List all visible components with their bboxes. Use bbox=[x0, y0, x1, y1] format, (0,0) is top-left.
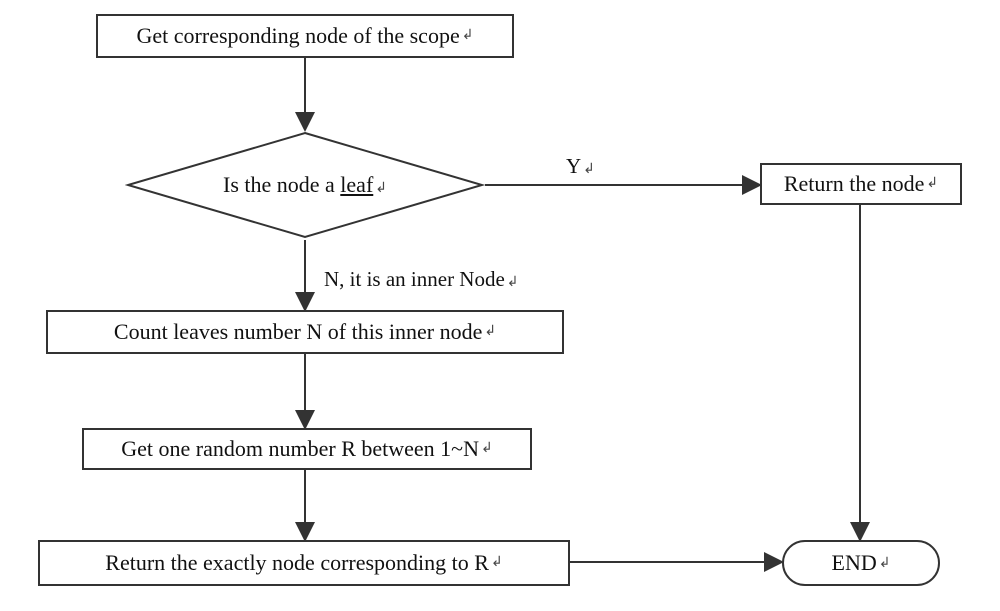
line-end-marker-icon: ↲ bbox=[481, 441, 493, 458]
flowchart-canvas: Get corresponding node of the scope ↲ Is… bbox=[0, 0, 1000, 611]
line-end-marker-icon: ↲ bbox=[926, 176, 938, 193]
node-return-r-text: Return the exactly node corresponding to… bbox=[105, 550, 489, 576]
node-count: Count leaves number N of this inner node… bbox=[46, 310, 564, 354]
line-end-marker-icon: ↲ bbox=[375, 181, 387, 196]
node-random: Get one random number R between 1~N ↲ bbox=[82, 428, 532, 470]
edge-label-yes: Y↲ bbox=[566, 154, 595, 179]
node-decision-text-pre: Is the node a bbox=[223, 172, 340, 197]
node-return-r: Return the exactly node corresponding to… bbox=[38, 540, 570, 586]
edge-label-no: N, it is an inner Node↲ bbox=[324, 267, 519, 292]
node-end-text: END bbox=[832, 550, 877, 576]
node-return-node: Return the node ↲ bbox=[760, 163, 962, 205]
line-end-marker-icon: ↲ bbox=[484, 324, 496, 341]
node-decision: Is the node a leaf↲ bbox=[125, 130, 485, 240]
node-return-node-text: Return the node bbox=[784, 171, 925, 197]
node-start-text: Get corresponding node of the scope bbox=[137, 23, 460, 49]
line-end-marker-icon: ↲ bbox=[879, 555, 891, 572]
line-end-marker-icon: ↲ bbox=[462, 28, 474, 45]
node-start: Get corresponding node of the scope ↲ bbox=[96, 14, 514, 58]
node-decision-text-leaf: leaf bbox=[340, 172, 373, 197]
node-end: END ↲ bbox=[782, 540, 940, 586]
node-random-text: Get one random number R between 1~N bbox=[121, 436, 479, 462]
line-end-marker-icon: ↲ bbox=[491, 555, 503, 572]
connectors-layer bbox=[0, 0, 1000, 611]
node-count-text: Count leaves number N of this inner node bbox=[114, 319, 482, 345]
